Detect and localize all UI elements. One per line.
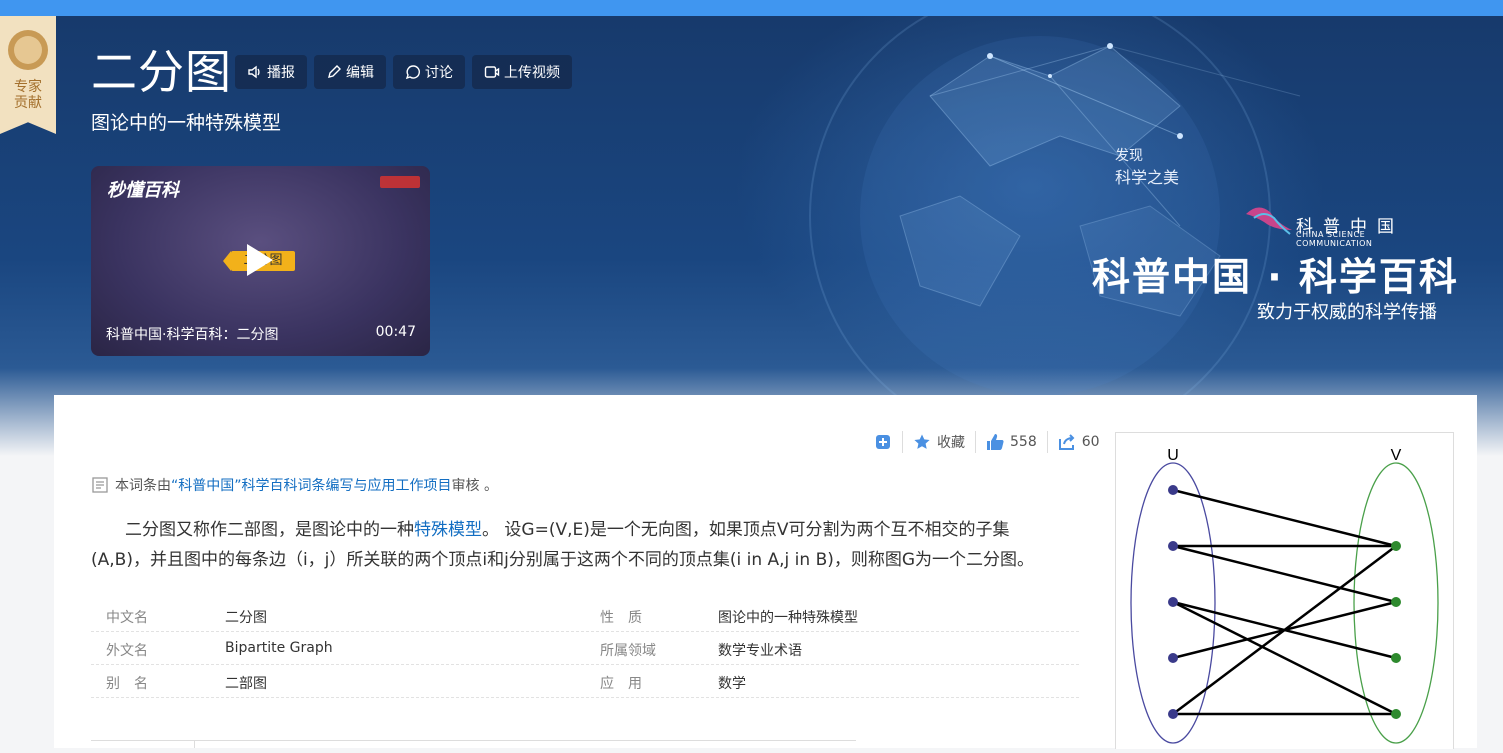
- video-player[interactable]: 秒懂百科 二分图 科普中国·科学百科：二分图 00:47: [91, 166, 430, 356]
- v-vertices: [1391, 541, 1401, 719]
- badge-line1: 专家: [14, 79, 42, 95]
- top-bar: [0, 0, 1503, 16]
- u-vertices: [1168, 485, 1178, 719]
- special-model-link[interactable]: 特殊模型: [414, 520, 482, 540]
- upload-video-button[interactable]: 上传视频: [472, 55, 572, 89]
- basic-info-table: 中文名 二分图 性 质 图论中的一种特殊模型 外文名 Bipartite Gra…: [91, 599, 1079, 698]
- info-key: 中文名: [106, 610, 148, 626]
- header-actions: 播报 编辑 讨论 上传视频: [235, 55, 572, 89]
- like-button[interactable]: 558: [986, 433, 1037, 451]
- edit-label: 编辑: [346, 65, 374, 81]
- info-key: 所属领域: [600, 643, 656, 659]
- discover-line2: 科学之美: [1115, 168, 1180, 187]
- speaker-icon: [248, 65, 260, 79]
- baidu-logo-icon: [380, 176, 420, 188]
- info-value: 二部图: [225, 676, 267, 692]
- info-value: 数学专业术语: [718, 643, 802, 659]
- toolbar-divider: [975, 431, 976, 453]
- info-row: 中文名 二分图 性 质 图论中的一种特殊模型: [91, 599, 1079, 632]
- broadcast-label: 播报: [267, 65, 295, 81]
- label-v: V: [1391, 447, 1402, 464]
- discuss-button[interactable]: 讨论: [393, 55, 465, 89]
- badge-text: 专家 贡献: [0, 79, 56, 111]
- article-toolbar: 收藏 558 60: [874, 430, 1100, 454]
- share-icon: [1058, 434, 1075, 450]
- plus-square-icon: [876, 435, 890, 449]
- pencil-icon: [328, 65, 341, 78]
- graph-edges: [1172, 488, 1397, 716]
- share-count: 60: [1081, 434, 1100, 450]
- kepu-logo-icon: [1246, 207, 1292, 235]
- discover-slogan: 发现 科学之美: [1115, 145, 1179, 189]
- info-value: Bipartite Graph: [225, 640, 333, 656]
- badge-emblem-inner: [14, 36, 42, 64]
- catalog-divider-tick: [194, 741, 195, 748]
- page-subtitle: 图论中的一种特殊模型: [91, 112, 282, 134]
- favorite-button[interactable]: 收藏: [913, 432, 965, 452]
- info-value: 图论中的一种特殊模型: [718, 610, 858, 626]
- brand-title: 科普中国 · 科学百科: [1092, 255, 1459, 299]
- upload-video-label: 上传视频: [504, 65, 560, 81]
- label-u: U: [1167, 447, 1179, 464]
- audit-notice: 本词条由 “科普中国”科学百科词条编写与应用工作项目 审核 。: [91, 475, 498, 495]
- star-icon: [914, 434, 930, 449]
- audit-suffix: 审核 。: [451, 478, 498, 494]
- share-button[interactable]: 60: [1058, 433, 1100, 451]
- toolbar-divider: [1046, 431, 1048, 453]
- chat-icon: [405, 65, 420, 80]
- info-row: 外文名 Bipartite Graph 所属领域 数学专业术语: [91, 632, 1079, 665]
- summary-part1: 二分图又称作二部图，是图论中的一种: [125, 520, 414, 540]
- audit-project-link[interactable]: “科普中国”科学百科词条编写与应用工作项目: [171, 475, 452, 495]
- video-caption: 科普中国·科学百科：二分图: [106, 327, 279, 343]
- video-duration: 00:47: [375, 324, 416, 340]
- info-key: 应 用: [600, 676, 642, 692]
- add-button[interactable]: [874, 433, 892, 451]
- broadcast-button[interactable]: 播报: [235, 55, 307, 89]
- page-title: 二分图: [91, 45, 232, 99]
- summary-paragraph: 二分图又称作二部图，是图论中的一种特殊模型。 设G=(V,E)是一个无向图，如果…: [91, 515, 1061, 575]
- info-key: 别 名: [106, 676, 148, 692]
- discuss-label: 讨论: [425, 65, 453, 81]
- catalog-divider: [91, 740, 856, 741]
- brand-slogan: 致力于权威的科学传播: [1257, 302, 1437, 323]
- video-upload-icon: [484, 66, 500, 78]
- expert-contribution-badge: 专家 贡献: [0, 16, 56, 134]
- info-key: 性 质: [600, 610, 642, 626]
- discover-line1: 发现: [1115, 148, 1143, 164]
- info-value: 数学: [718, 676, 746, 692]
- play-icon[interactable]: [247, 244, 273, 276]
- info-value: 二分图: [225, 610, 267, 626]
- like-count: 558: [1010, 434, 1037, 450]
- badge-line2: 贡献: [14, 95, 42, 111]
- video-logo: 秒懂百科: [107, 180, 179, 201]
- bipartite-graph-diagram: U V: [1130, 447, 1439, 744]
- kepu-china-logo: 科普中国 CHINA SCIENCE COMMUNICATION: [1244, 200, 1444, 248]
- favorite-label: 收藏: [937, 435, 965, 451]
- bipartite-graph-figure[interactable]: U V: [1115, 432, 1454, 749]
- toolbar-divider: [902, 431, 903, 453]
- audit-prefix: 本词条由: [115, 478, 171, 494]
- info-key: 外文名: [106, 643, 148, 659]
- document-icon: [92, 477, 108, 493]
- info-row: 别 名 二部图 应 用 数学: [91, 665, 1079, 698]
- thumbs-up-icon: [987, 434, 1004, 450]
- edit-button[interactable]: 编辑: [314, 55, 386, 89]
